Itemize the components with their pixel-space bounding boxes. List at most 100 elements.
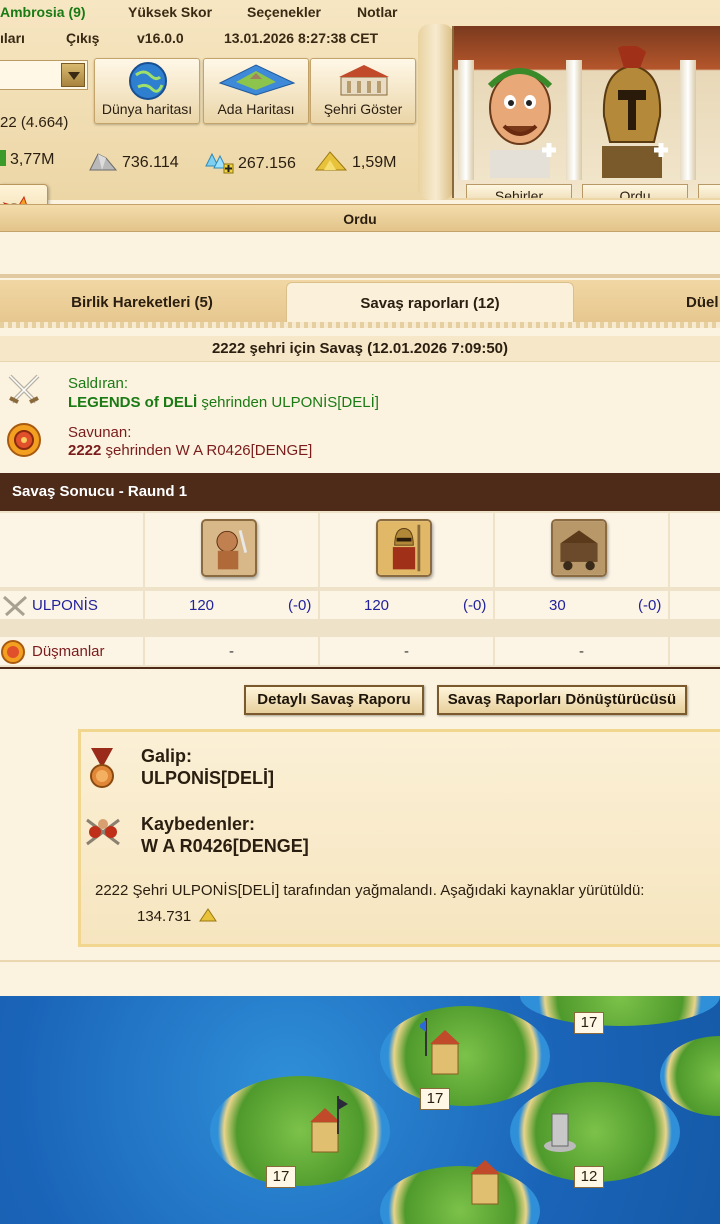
cities-advisor-label[interactable]: Şehirler [466, 184, 572, 198]
attacker-row-name[interactable]: ULPONİS [32, 597, 98, 614]
defender-city-link[interactable]: 2222 [68, 442, 101, 459]
pillar-decoration [566, 60, 582, 180]
unit-cell: 120 (-0) [145, 591, 318, 619]
sulfur-icon [314, 151, 348, 171]
unit-count: - [229, 643, 234, 660]
research-advisor-label[interactable]: A [698, 184, 720, 198]
mayor-advisor-icon[interactable] [476, 46, 564, 178]
sulfur-resource: 1,59M [314, 150, 396, 172]
city-level-badge: 12 [574, 1166, 604, 1188]
window-bottom [0, 960, 720, 996]
report-heading: 2222 şehri için Savaş (12.01.2026 7:09:5… [0, 336, 720, 362]
score-points: 22 (4.664) [0, 114, 69, 131]
options-link[interactable]: Seçenekler [247, 4, 321, 20]
attacker-city-link[interactable]: LEGENDS of DELİ [68, 394, 197, 411]
tab-combat-reports[interactable]: Savaş raporları (12) [286, 282, 574, 324]
attacker-units-row: ULPONİS 120 (-0) 120 (-0) 30 (-0) [0, 589, 720, 619]
crossed-swords-icon [2, 595, 28, 617]
unit-header-cell [320, 513, 493, 587]
unit-cell: 30 (-0) [495, 591, 668, 619]
window-body-top [0, 232, 720, 278]
unit-header-cell [495, 513, 668, 587]
window-title: Ordu [0, 204, 720, 232]
wood-icon [0, 150, 6, 166]
unit-header-cell [670, 513, 720, 587]
city-level-badge: 17 [420, 1088, 450, 1110]
winner-label: Galip: [141, 746, 193, 766]
city-level-badge: 17 [266, 1166, 296, 1188]
marble-resource: 736.114 [88, 150, 179, 172]
unit-count: 120 [189, 597, 215, 614]
attacker-label: Saldıran: [68, 375, 129, 392]
marble-amount: 736.114 [122, 154, 179, 171]
chevron-down-icon[interactable] [61, 63, 85, 87]
world-map-button[interactable]: Dünya haritası [94, 58, 200, 124]
globe-icon [129, 62, 167, 100]
detailed-report-button[interactable]: Detaylı Savaş Raporu [244, 685, 424, 715]
sulfur-icon [199, 908, 218, 922]
unit-cell: - [320, 637, 493, 665]
island-map[interactable]: 17 17 17 12 [0, 996, 720, 1224]
unit-loss: (-0) [288, 597, 312, 614]
hoplite-unit-icon[interactable] [376, 519, 432, 577]
shield-icon [7, 423, 41, 457]
city-icon[interactable] [300, 1094, 350, 1156]
unit-header-cell [0, 513, 143, 587]
unit-cell [670, 591, 720, 619]
tab-divider [0, 322, 720, 328]
wood-amount: 3,77M [10, 151, 55, 168]
city-icon[interactable] [420, 1016, 470, 1078]
highscore-link[interactable]: Yüksek Skor [128, 4, 212, 20]
pillar-decoration [680, 60, 696, 180]
city-icon[interactable] [460, 1146, 510, 1208]
unit-cell [670, 637, 720, 665]
row-spacer [0, 619, 720, 635]
plunder-value: 134.731 [137, 908, 192, 925]
plunder-amount: 134.731 [137, 908, 218, 925]
shield-icon [1, 640, 25, 664]
army-advisor-label[interactable]: Ordu [582, 184, 688, 198]
defender-label: Savunan: [68, 424, 132, 441]
ram-unit-icon[interactable] [551, 519, 607, 577]
world-map-label: Dünya haritası [101, 101, 193, 117]
attacker-player[interactable]: şehrinden ULPONİS[DELİ] [197, 394, 379, 411]
show-city-button[interactable]: Şehri Göster [310, 58, 416, 124]
island[interactable] [520, 996, 720, 1026]
island-map-button[interactable]: Ada Haritası [203, 58, 309, 124]
tab-troop-movements[interactable]: Birlik Hareketleri (5) [0, 282, 284, 324]
crossed-swords-icon [8, 374, 40, 404]
general-advisor-icon[interactable] [588, 46, 676, 178]
pillar-decoration [458, 60, 474, 180]
sub-menu-left-link[interactable]: ıları [0, 30, 25, 46]
sulfur-amount: 1,59M [352, 154, 397, 171]
tab-duel[interactable]: Düel [576, 282, 720, 324]
city-icon [339, 65, 389, 96]
city-level-badge: 17 [574, 1012, 604, 1034]
island-icon [218, 64, 296, 96]
city-select[interactable] [0, 60, 88, 90]
unit-header-cell [145, 513, 318, 587]
advisors-panel: Şehirler Ordu A [452, 26, 720, 198]
attacker-line: LEGENDS of DELİ şehrinden ULPONİS[DELİ] [68, 394, 379, 411]
combat-result-title: Savaş Sonucu - Raund 1 [0, 473, 720, 511]
crystal-amount: 267.156 [238, 155, 296, 172]
ambrosia-link[interactable]: Ambrosia (9) [0, 4, 86, 20]
unit-loss: (-0) [638, 597, 662, 614]
island[interactable] [660, 1036, 720, 1116]
slinger-unit-icon[interactable] [201, 519, 257, 577]
notes-link[interactable]: Notlar [357, 4, 397, 20]
losers-label: Kaybedenler: [141, 814, 256, 834]
unit-count: 120 [364, 597, 390, 614]
plunder-text: 2222 Şehri ULPONİS[DELİ] tarafından yağm… [95, 882, 645, 899]
defender-player[interactable]: şehrinden W A R0426[DENGE] [101, 442, 313, 459]
report-converter-button[interactable]: Savaş Raporları Dönüştürücüsü [437, 685, 687, 715]
defender-name-cell: Düşmanlar [0, 637, 143, 665]
unit-count: - [579, 643, 584, 660]
unit-header-row [0, 511, 720, 589]
crystal-resource: 267.156 [204, 150, 296, 174]
server-time: 13.01.2026 8:27:38 CET [224, 30, 379, 46]
scroll-decoration [418, 24, 454, 200]
logout-link[interactable]: Çıkış [66, 30, 99, 46]
crystal-icon [205, 152, 234, 174]
unit-count: 30 [549, 597, 566, 614]
